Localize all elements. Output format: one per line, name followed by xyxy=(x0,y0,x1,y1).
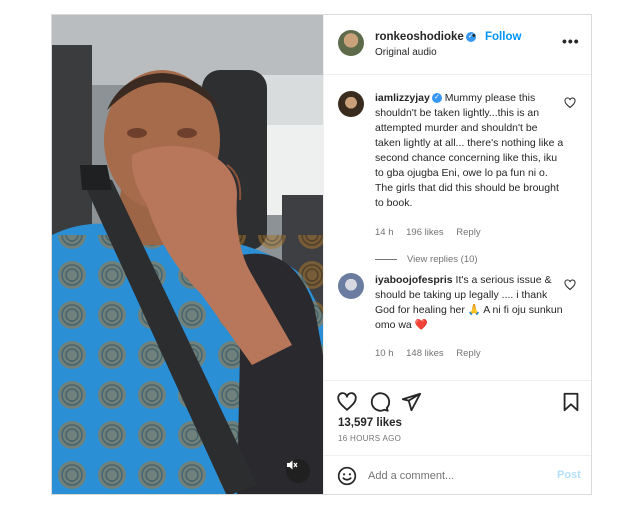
author-username-text[interactable]: ronkeoshodioke xyxy=(375,31,464,43)
author-avatar[interactable] xyxy=(338,30,364,56)
comment-item: iamlizzyjay ✓ Mummy please this shouldn't… xyxy=(338,91,578,241)
replies-divider-line xyxy=(375,258,397,260)
reply-button[interactable]: Reply xyxy=(456,227,480,238)
comment-text-block: iamlizzyjay ✓ Mummy please this shouldn't… xyxy=(375,91,565,211)
separator-dot: • xyxy=(472,30,476,42)
post-comment-button[interactable]: Post xyxy=(557,469,581,481)
like-comment-heart-icon[interactable] xyxy=(564,279,576,291)
comment-text-block: iyaboojofespris It's a serious issue & s… xyxy=(375,273,565,333)
post-details-panel: ronkeoshodioke ✓ • Follow Original audio … xyxy=(323,15,591,494)
paper-plane-icon[interactable] xyxy=(400,391,422,413)
commenter-avatar[interactable] xyxy=(338,91,364,117)
comment-likes[interactable]: 196 likes xyxy=(406,227,444,238)
mute-toggle-button[interactable] xyxy=(286,459,310,483)
bookmark-icon[interactable] xyxy=(560,391,582,413)
view-replies-label[interactable]: View replies (10) xyxy=(407,254,478,265)
commenter-username[interactable]: iyaboojofespris xyxy=(375,274,453,286)
likes-count[interactable]: 13,597 likes xyxy=(338,417,402,429)
more-options-button[interactable]: ••• xyxy=(562,33,580,49)
comment-time[interactable]: 10 h xyxy=(375,348,394,359)
comment-item: iyaboojofespris It's a serious issue & s… xyxy=(338,273,578,373)
follow-button[interactable]: Follow xyxy=(485,31,521,43)
view-replies-button[interactable]: View replies (10) xyxy=(375,254,478,265)
smiley-icon[interactable] xyxy=(337,466,357,486)
post-actions-bar xyxy=(324,380,591,422)
comment-text: Mummy please this shouldn't be taken lig… xyxy=(375,92,564,209)
verified-badge-icon: ✓ xyxy=(431,93,442,104)
comment-bubble-icon[interactable] xyxy=(368,391,390,413)
commenter-avatar[interactable] xyxy=(338,273,364,299)
speaker-muted-icon xyxy=(287,460,298,470)
comment-input[interactable] xyxy=(368,467,538,485)
reply-button[interactable]: Reply xyxy=(456,348,480,359)
like-comment-heart-icon[interactable] xyxy=(564,97,576,109)
heart-icon[interactable] xyxy=(336,391,358,413)
comment-likes[interactable]: 148 likes xyxy=(406,348,444,359)
audio-label[interactable]: Original audio xyxy=(375,47,437,58)
comment-meta: 10 h 148 likes Reply xyxy=(375,348,491,359)
commenter-username[interactable]: iamlizzyjay xyxy=(375,92,430,104)
comment-time[interactable]: 14 h xyxy=(375,227,394,238)
author-username[interactable]: ronkeoshodioke ✓ xyxy=(375,31,476,43)
post-video[interactable] xyxy=(52,15,323,494)
instagram-post: ronkeoshodioke ✓ • Follow Original audio … xyxy=(51,14,592,495)
comment-meta: 14 h 196 likes Reply xyxy=(375,227,491,238)
post-time-ago[interactable]: 16 HOURS AGO xyxy=(338,434,401,443)
post-header: ronkeoshodioke ✓ • Follow Original audio … xyxy=(324,15,591,75)
add-comment-bar: Post xyxy=(324,455,591,494)
video-frame xyxy=(52,15,323,494)
